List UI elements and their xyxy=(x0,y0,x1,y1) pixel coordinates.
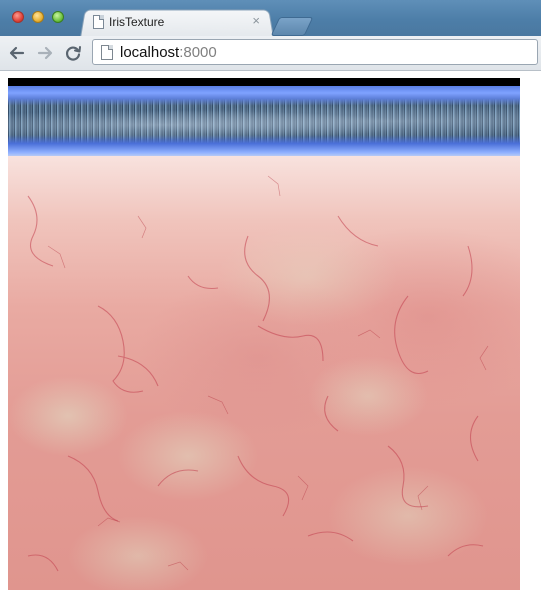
page-viewport xyxy=(0,71,541,606)
forward-arrow-icon xyxy=(37,46,53,60)
url-text: localhost:8000 xyxy=(120,44,217,62)
url-host: localhost xyxy=(120,44,180,61)
window-minimize-button[interactable] xyxy=(32,11,44,23)
back-arrow-icon xyxy=(9,46,25,60)
back-button[interactable] xyxy=(6,42,28,64)
reload-button[interactable] xyxy=(62,42,84,64)
title-bar: IrisTexture × xyxy=(0,0,541,38)
tab-title: IrisTexture xyxy=(109,15,165,29)
tab-close-icon[interactable]: × xyxy=(252,13,260,29)
texture-vein-area xyxy=(8,156,520,590)
page-icon xyxy=(101,45,113,60)
address-bar[interactable]: localhost:8000 xyxy=(92,39,538,65)
browser-toolbar: localhost:8000 xyxy=(0,36,541,71)
page-icon xyxy=(93,15,104,29)
forward-button[interactable] xyxy=(34,42,56,64)
new-tab-button[interactable] xyxy=(270,17,314,36)
iris-texture-canvas[interactable] xyxy=(8,78,520,590)
vein-pattern xyxy=(27,175,489,572)
reload-icon xyxy=(65,46,81,61)
window-close-button[interactable] xyxy=(12,11,24,23)
url-port: :8000 xyxy=(179,44,217,61)
texture-blue-band xyxy=(8,86,520,156)
texture-black-strip xyxy=(8,78,520,86)
window-maximize-button[interactable] xyxy=(52,11,64,23)
